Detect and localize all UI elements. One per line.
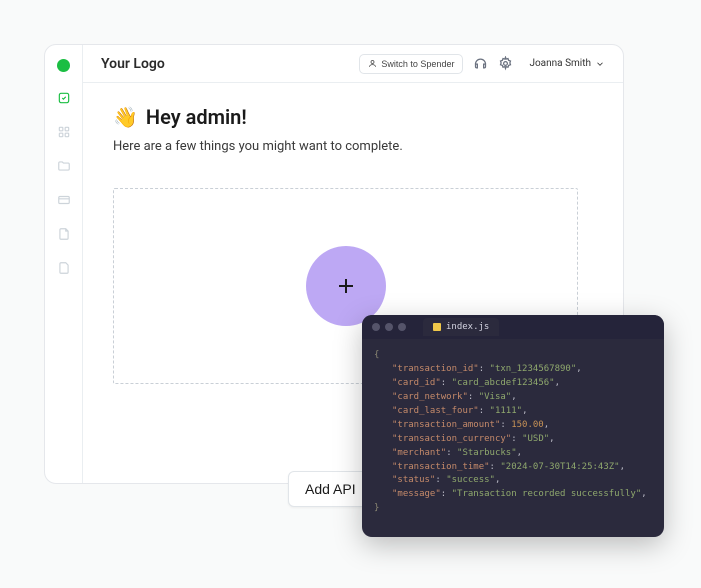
traffic-light-icon[interactable] xyxy=(385,323,393,331)
sidebar-apps-icon[interactable] xyxy=(56,124,72,140)
page-title: Hey admin! xyxy=(146,105,247,129)
traffic-light-icon[interactable] xyxy=(372,323,380,331)
js-file-icon xyxy=(433,323,441,331)
user-icon xyxy=(368,59,377,68)
add-circle-button[interactable] xyxy=(306,246,386,326)
plus-icon xyxy=(334,274,358,298)
add-api-button[interactable]: Add API xyxy=(288,471,373,507)
code-line: "transaction_time": "2024-07-30T14:25:43… xyxy=(374,461,652,475)
switch-role-button[interactable]: Switch to Spender xyxy=(359,54,463,74)
code-body: { "transaction_id": "txn_1234567890","ca… xyxy=(362,339,664,526)
code-line: "transaction_amount": 150.00, xyxy=(374,419,652,433)
logo-text: Your Logo xyxy=(101,56,349,72)
file-tab[interactable]: index.js xyxy=(423,318,499,336)
file-tab-label: index.js xyxy=(446,322,489,332)
code-line: "card_id": "card_abcdef123456", xyxy=(374,377,652,391)
code-line: "card_last_four": "1111", xyxy=(374,405,652,419)
traffic-light-icon[interactable] xyxy=(398,323,406,331)
sidebar-page-icon[interactable] xyxy=(56,260,72,276)
user-name: Joanna Smith xyxy=(529,58,591,69)
headset-icon[interactable] xyxy=(473,56,488,71)
user-menu[interactable]: Joanna Smith xyxy=(529,58,605,69)
sidebar xyxy=(45,45,83,483)
code-line: "transaction_currency": "USD", xyxy=(374,433,652,447)
code-line: "merchant": "Starbucks", xyxy=(374,447,652,461)
status-indicator-icon xyxy=(57,59,70,72)
sidebar-document-icon[interactable] xyxy=(56,226,72,242)
page-subtitle: Here are a few things you might want to … xyxy=(113,139,593,154)
code-line: "transaction_id": "txn_1234567890", xyxy=(374,363,652,377)
code-line: "card_network": "Visa", xyxy=(374,391,652,405)
code-line: "status": "success", xyxy=(374,474,652,488)
code-line: "message": "Transaction recorded success… xyxy=(374,488,652,502)
chevron-down-icon xyxy=(595,59,605,69)
code-editor-window: index.js { "transaction_id": "txn_123456… xyxy=(362,315,664,537)
greeting-row: 👋 Hey admin! xyxy=(113,105,593,129)
window-controls: index.js xyxy=(362,315,664,339)
sidebar-dashboard-icon[interactable] xyxy=(56,90,72,106)
top-bar: Your Logo Switch to Spender Joanna Smith xyxy=(83,45,623,83)
sidebar-folder-icon[interactable] xyxy=(56,158,72,174)
wave-icon: 👋 xyxy=(113,105,138,129)
switch-role-label: Switch to Spender xyxy=(381,59,454,69)
sidebar-card-icon[interactable] xyxy=(56,192,72,208)
gear-icon[interactable] xyxy=(498,56,513,71)
